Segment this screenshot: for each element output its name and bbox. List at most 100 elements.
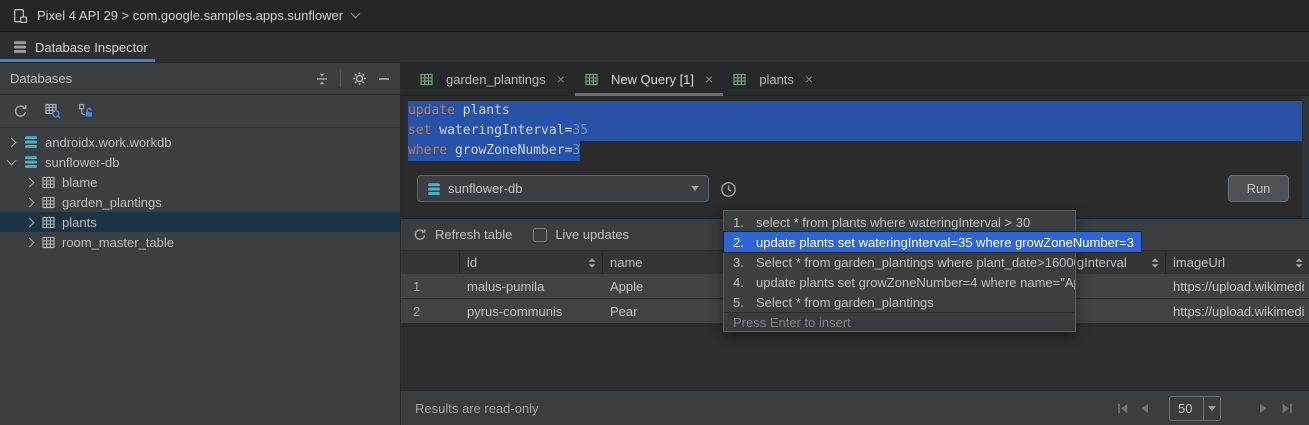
tree-item-room_master_table[interactable]: room_master_table (0, 232, 400, 252)
column-header-label: imageUrl (1173, 255, 1225, 270)
refresh-icon[interactable] (13, 104, 28, 119)
tree-item-label: garden_plantings (62, 195, 162, 210)
sort-arrows-icon (587, 257, 597, 269)
table-cell[interactable]: https://upload.wikimedi (1166, 274, 1309, 298)
inspector-tab-label: Database Inspector (35, 40, 148, 55)
editor-tabs: garden_plantings × New Query [1] × plants × (401, 63, 1309, 96)
database-stack-icon (427, 182, 441, 196)
tree-item-label: androidx.work.workdb (45, 135, 171, 150)
table-cell[interactable]: https://upload.wikimedi (1166, 299, 1309, 323)
toolbar-separator (340, 70, 341, 87)
chevron-right-icon[interactable] (25, 237, 35, 247)
database-icon (24, 155, 38, 169)
tree-item-label: sunflower-db (45, 155, 119, 170)
tree-item-androidx.work.workdb[interactable]: androidx.work.workdb (0, 132, 400, 152)
history-item-text: Select * from garden_plantings (756, 295, 934, 310)
first-page-icon[interactable] (1115, 401, 1130, 416)
last-page-icon[interactable] (1280, 401, 1295, 416)
column-header-label: name (610, 255, 643, 270)
table-icon (733, 73, 746, 86)
tool-window-bar: Database Inspector (0, 32, 1309, 63)
chevron-down-icon[interactable] (351, 9, 361, 19)
history-item-text: update plants set growZoneNumber=4 where… (756, 275, 1075, 290)
tree-item-label: plants (62, 215, 97, 230)
chevron-down-icon (691, 186, 699, 191)
keep-connections-icon[interactable] (78, 103, 93, 119)
prev-page-icon[interactable] (1137, 401, 1152, 416)
history-item[interactable]: 2.update plants set wateringInterval=35 … (724, 232, 1141, 252)
settings-gear-icon[interactable] (352, 71, 367, 86)
tab-label: garden_plantings (446, 72, 546, 87)
editor-tab-garden_plantings[interactable]: garden_plantings × (410, 63, 575, 95)
table-cell[interactable]: malus-pumila (460, 274, 603, 298)
tree-item-plants[interactable]: plants (0, 212, 400, 232)
history-item-text: update plants set wateringInterval=35 wh… (756, 235, 1134, 250)
clock-history-icon[interactable] (720, 181, 737, 198)
chevron-right-icon[interactable] (7, 137, 17, 147)
sql-line: set wateringInterval=35 (408, 121, 1302, 141)
live-updates-checkbox[interactable] (533, 228, 547, 242)
new-query-icon[interactable] (45, 103, 61, 119)
refresh-icon[interactable] (413, 228, 427, 242)
chevron-right-icon[interactable] (25, 177, 35, 187)
history-item-number: 5. (733, 295, 756, 310)
table-cell[interactable]: pyrus-communis (460, 299, 603, 323)
popup-footer-hint: Press Enter to insert (724, 312, 1075, 331)
tab-database-inspector[interactable]: Database Inspector (0, 32, 161, 62)
editor-tab-New Query [1][interactable]: New Query [1] × (575, 63, 723, 95)
chevron-right-icon[interactable] (25, 197, 35, 207)
live-updates-label: Live updates (555, 227, 629, 242)
column-header-rownum[interactable] (401, 251, 460, 274)
history-item-number: 1. (733, 215, 756, 230)
table-cell[interactable]: 2 (401, 299, 460, 323)
tree-item-sunflower-db[interactable]: sunflower-db (0, 152, 400, 172)
tree-item-blame[interactable]: blame (0, 172, 400, 192)
table-cell[interactable]: 1 (401, 274, 460, 298)
close-icon[interactable]: × (805, 72, 813, 86)
column-header-id[interactable]: id (460, 251, 603, 274)
table-icon (42, 196, 55, 209)
editor-tab-plants[interactable]: plants × (723, 63, 823, 95)
readonly-note: Results are read-only (415, 391, 539, 425)
tree-item-label: blame (62, 175, 97, 190)
chevron-down-icon[interactable] (7, 156, 17, 166)
collapse-icon[interactable] (315, 72, 329, 86)
query-history-popup: 1.select * from plants where wateringInt… (723, 210, 1076, 332)
hide-icon[interactable] (378, 73, 390, 85)
sql-line: update plants (408, 101, 1302, 121)
databases-panel-header: Databases (0, 63, 400, 95)
sql-editor[interactable]: update plantsset wateringInterval=35wher… (401, 96, 1309, 218)
run-button[interactable]: Run (1228, 175, 1289, 202)
column-header-imageUrl[interactable]: imageUrl (1166, 251, 1309, 274)
history-item-number: 2. (733, 235, 756, 250)
next-page-icon[interactable] (1256, 401, 1271, 416)
tab-label: New Query [1] (611, 72, 694, 87)
page-size-select[interactable]: 50 (1169, 396, 1221, 421)
chevron-right-icon[interactable] (25, 217, 35, 227)
page-size-value: 50 (1170, 401, 1203, 416)
history-item[interactable]: 4.update plants set growZoneNumber=4 whe… (724, 272, 1075, 292)
refresh-table-label[interactable]: Refresh table (435, 227, 512, 242)
history-item[interactable]: 5.Select * from garden_plantings (724, 292, 1075, 312)
active-tab-underline (0, 59, 155, 62)
sql-code: update plantsset wateringInterval=35wher… (408, 101, 1302, 161)
tab-label: plants (759, 72, 794, 87)
results-status-bar: Results are read-only 50 (401, 390, 1309, 425)
editor-scrollbar-gutter[interactable] (1302, 96, 1309, 218)
history-item-text: select * from plants where wateringInter… (756, 215, 1030, 230)
database-selector-dropdown[interactable]: sunflower-db (417, 175, 709, 202)
sort-arrows-icon (1150, 257, 1160, 269)
close-icon[interactable]: × (705, 72, 713, 86)
database-icon (24, 135, 38, 149)
run-button-label: Run (1247, 181, 1271, 196)
table-icon (42, 216, 55, 229)
databases-toolbar (0, 95, 400, 128)
history-item[interactable]: 1.select * from plants where wateringInt… (724, 212, 1075, 232)
device-selector[interactable]: Pixel 4 API 29 > com.google.samples.apps… (37, 8, 343, 23)
sql-selection: where growZoneNumber=3 (408, 141, 580, 161)
databases-panel-title: Databases (10, 71, 72, 86)
tree-item-garden_plantings[interactable]: garden_plantings (0, 192, 400, 212)
history-item[interactable]: 3.Select * from garden_plantings where p… (724, 252, 1075, 272)
close-icon[interactable]: × (557, 72, 565, 86)
tree-item-label: room_master_table (62, 235, 174, 250)
